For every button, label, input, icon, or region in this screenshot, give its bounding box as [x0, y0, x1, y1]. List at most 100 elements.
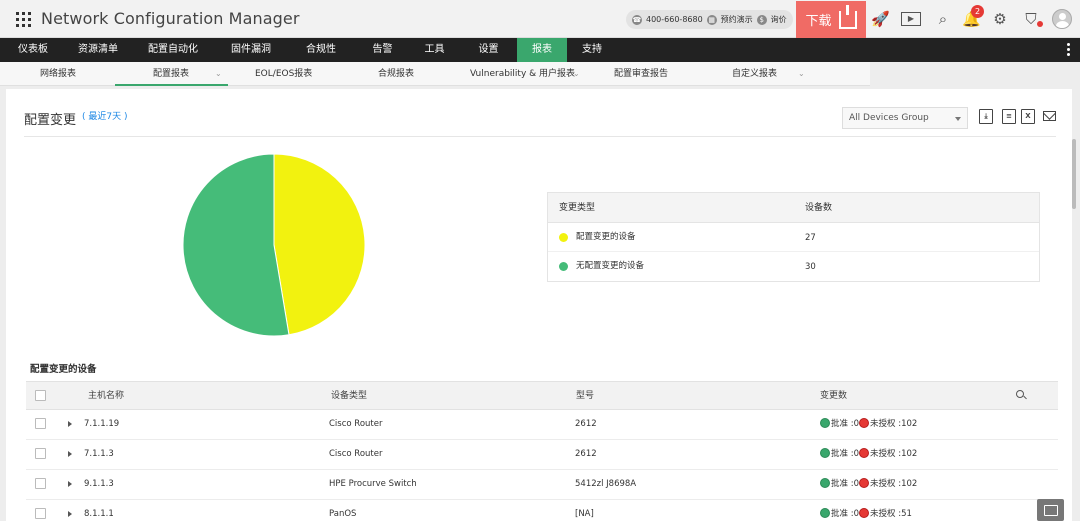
row-device-type: HPE Procurve Switch	[329, 479, 417, 489]
rocket-icon[interactable]: 🚀	[871, 10, 890, 28]
approved-count[interactable]: 0	[854, 470, 859, 499]
unauth-count[interactable]: 102	[901, 470, 917, 499]
row-checkbox[interactable]	[35, 448, 46, 459]
nav-reports[interactable]: 报表	[517, 38, 567, 62]
row-model: 5412zl J8698A	[575, 479, 637, 489]
row-device-type: PanOS	[329, 509, 357, 519]
search-icon[interactable]: ⌕	[934, 10, 952, 28]
approved-label: 批准 :	[831, 479, 854, 489]
col-hostname[interactable]: 主机名称	[88, 382, 124, 411]
expand-icon[interactable]	[68, 421, 72, 427]
expand-icon[interactable]	[68, 511, 72, 517]
chevron-down-icon[interactable]: ⌄	[573, 62, 580, 86]
subtab-config-review[interactable]: 配置审查报告	[614, 62, 668, 86]
subtab-custom-reports[interactable]: 自定义报表	[732, 62, 777, 86]
phone-icon: ☎	[632, 14, 642, 25]
unauth-count[interactable]: 51	[901, 500, 912, 521]
download-label: 下载	[805, 14, 832, 29]
row-checkbox[interactable]	[35, 478, 46, 489]
unauth-count[interactable]: 102	[901, 440, 917, 469]
table-row[interactable]: 7.1.1.19 Cisco Router 2612 批准 : 0 未授权 : …	[26, 410, 1058, 440]
subtab-compliance-reports[interactable]: 合规报表	[378, 62, 414, 86]
row-device-type: Cisco Router	[329, 449, 383, 459]
pie-slice-0[interactable]	[273, 153, 366, 336]
legend-swatch	[559, 262, 568, 271]
select-all-checkbox[interactable]	[35, 390, 46, 401]
row-hostname[interactable]: 9.1.1.3	[84, 470, 114, 499]
demo-link[interactable]: 预约演示	[721, 14, 753, 25]
row-checkbox[interactable]	[35, 418, 46, 429]
legend-header: 变更类型 设备数	[548, 193, 1039, 223]
nav-compliance[interactable]: 合规性	[286, 38, 356, 62]
chat-icon[interactable]	[1037, 499, 1064, 521]
nav-inventory[interactable]: 资源清单	[66, 38, 130, 62]
active-tab-indicator	[115, 84, 228, 86]
legend-label: 配置变更的设备	[576, 232, 636, 242]
col-changes[interactable]: 变更数	[820, 382, 847, 411]
table-row[interactable]: 7.1.1.3 Cisco Router 2612 批准 : 0 未授权 : 1…	[26, 440, 1058, 470]
devices-section-title: 配置变更的设备	[30, 364, 97, 375]
phone-number[interactable]: 400-660-8680	[646, 15, 703, 24]
legend-row[interactable]: 配置变更的设备 27	[548, 223, 1039, 252]
nav-firmware[interactable]: 固件漏洞	[216, 38, 286, 62]
row-hostname[interactable]: 7.1.1.19	[84, 410, 119, 439]
app-grid-icon[interactable]	[16, 12, 31, 27]
pie-slice-1[interactable]	[182, 153, 290, 337]
chevron-down-icon[interactable]: ⌄	[215, 62, 222, 86]
csv-export-icon[interactable]: ≡	[1002, 109, 1016, 124]
approved-icon	[820, 477, 830, 488]
user-avatar[interactable]	[1052, 9, 1072, 29]
table-search-icon[interactable]	[1016, 390, 1024, 398]
nav-alarms[interactable]: 告警	[356, 38, 409, 62]
legend-col-count: 设备数	[805, 203, 833, 213]
legend-row[interactable]: 无配置变更的设备 30	[548, 252, 1039, 281]
excel-export-icon[interactable]: X	[1021, 109, 1035, 124]
col-device-type[interactable]: 设备类型	[331, 382, 367, 411]
top-header: Network Configuration Manager ☎ 400-660-…	[0, 0, 1080, 38]
approved-count[interactable]: 0	[854, 500, 859, 521]
time-range-link[interactable]: ( 最近7天 )	[82, 109, 127, 122]
row-hostname[interactable]: 7.1.1.3	[84, 440, 114, 469]
row-changes: 批准 : 0 未授权 : 102	[820, 470, 917, 499]
subtab-network-reports[interactable]: 网络报表	[40, 62, 76, 86]
presentation-icon[interactable]: ▶	[901, 12, 921, 26]
approved-count[interactable]: 0	[854, 410, 859, 439]
expand-icon[interactable]	[68, 451, 72, 457]
chevron-down-icon[interactable]: ⌄	[798, 62, 805, 86]
download-button[interactable]: 下载	[796, 1, 866, 38]
divider	[24, 136, 1056, 137]
pdf-export-icon[interactable]: ⤓	[979, 109, 993, 124]
legend-count: 27	[805, 233, 816, 243]
table-row[interactable]: 8.1.1.1 PanOS [NA] 批准 : 0 未授权 : 51	[26, 500, 1058, 521]
device-group-select[interactable]: All Devices Group	[842, 107, 968, 129]
expand-icon[interactable]	[68, 481, 72, 487]
nav-support[interactable]: 支持	[567, 38, 617, 62]
row-hostname[interactable]: 8.1.1.1	[84, 500, 114, 521]
unauthorized-icon	[859, 447, 869, 458]
row-changes: 批准 : 0 未授权 : 102	[820, 410, 917, 439]
gear-icon[interactable]: ⚙	[991, 10, 1009, 28]
unauth-label: 未授权 :	[870, 449, 902, 459]
nav-tools[interactable]: 工具	[409, 38, 460, 62]
table-row[interactable]: 9.1.1.3 HPE Procurve Switch 5412zl J8698…	[26, 470, 1058, 500]
unauth-label: 未授权 :	[870, 479, 902, 489]
approved-label: 批准 :	[831, 449, 854, 459]
vertical-scrollbar[interactable]	[1072, 139, 1076, 209]
row-checkbox[interactable]	[35, 508, 46, 519]
nav-config-automation[interactable]: 配置自动化	[130, 38, 216, 62]
unauth-count[interactable]: 102	[901, 410, 917, 439]
subtab-vulnerability-reports[interactable]: Vulnerability & 用户报表	[470, 62, 575, 86]
approved-icon	[820, 507, 830, 518]
approved-count[interactable]: 0	[854, 440, 859, 469]
more-menu-icon[interactable]	[1067, 43, 1070, 58]
row-model: 2612	[575, 449, 597, 459]
download-icon	[838, 4, 857, 29]
subtab-config-reports[interactable]: 配置报表	[153, 62, 189, 86]
email-icon[interactable]	[1043, 111, 1056, 121]
col-model[interactable]: 型号	[576, 382, 594, 411]
subtab-eol-reports[interactable]: EOL/EOS报表	[255, 62, 312, 86]
nav-dashboard[interactable]: 仪表板	[0, 38, 66, 62]
price-link[interactable]: 询价	[771, 14, 787, 25]
nav-settings[interactable]: 设置	[460, 38, 517, 62]
legend-swatch	[559, 233, 568, 242]
